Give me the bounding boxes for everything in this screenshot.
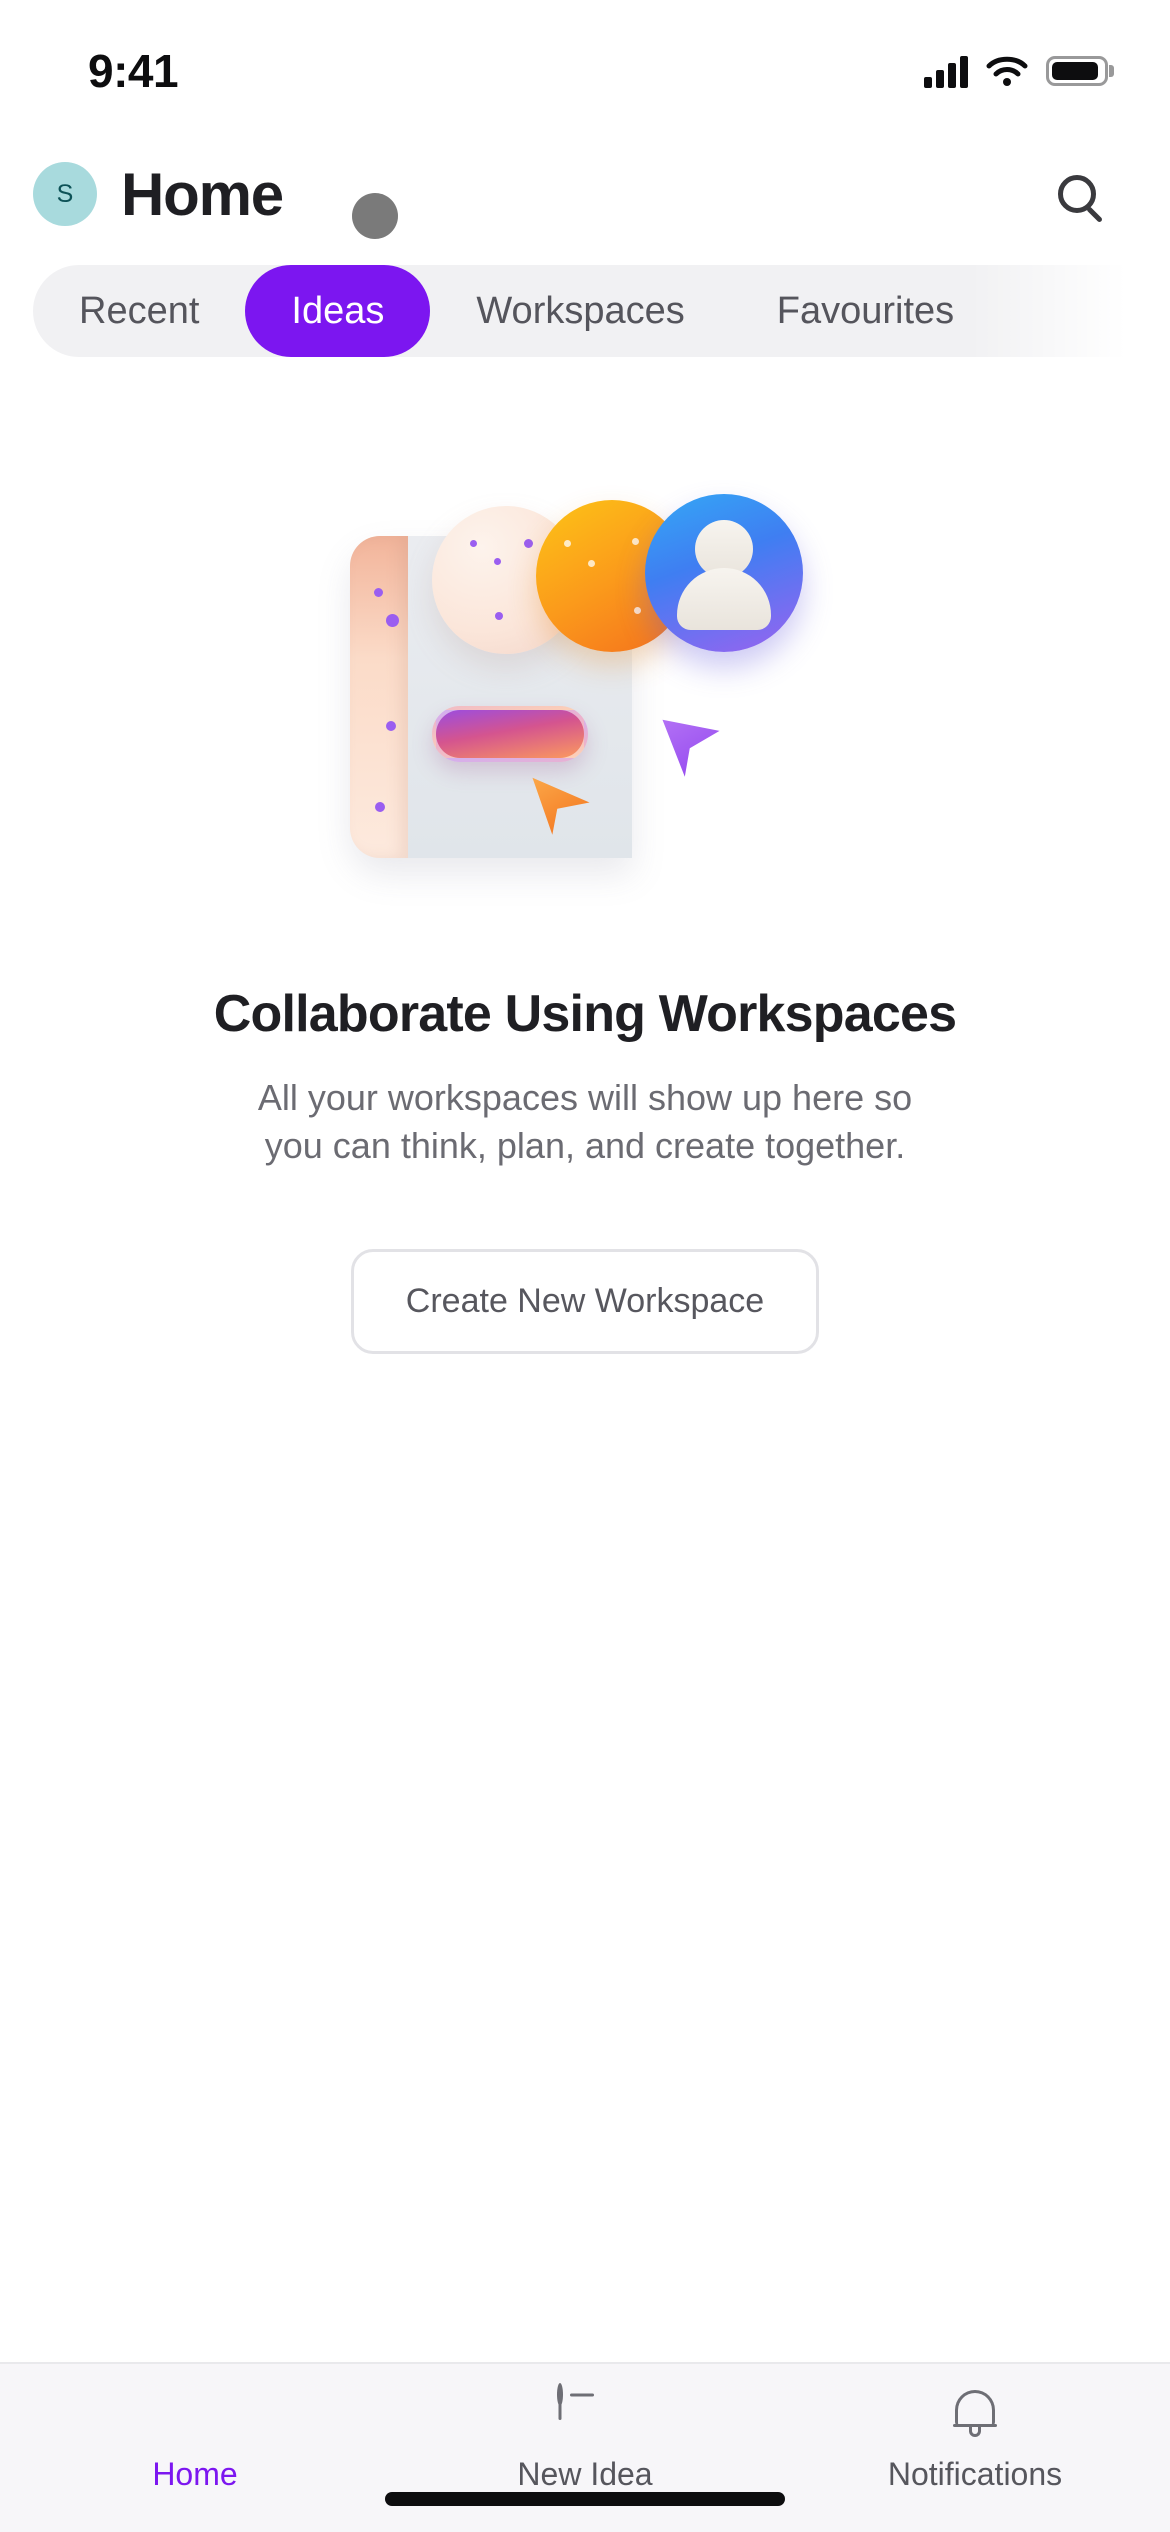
nav-label: Notifications <box>887 2456 1063 2492</box>
status-indicators <box>924 54 1108 88</box>
cellular-signal-icon <box>924 54 968 88</box>
page-title: Home <box>121 160 284 228</box>
wifi-icon <box>986 55 1028 87</box>
avatar[interactable]: S <box>33 162 97 226</box>
status-bar: 9:41 <box>0 0 1170 132</box>
collaborate-workspaces-illustration <box>350 494 820 896</box>
empty-state-description: All your workspaces will show up here so… <box>257 1077 913 1166</box>
tab-track: Recent Ideas Workspaces Favourites <box>33 265 1170 357</box>
tab-label: Ideas <box>291 289 385 332</box>
battery-icon <box>1046 56 1108 86</box>
avatar-initial: S <box>56 179 74 208</box>
search-button[interactable] <box>1046 163 1108 225</box>
tab-ideas[interactable]: Ideas <box>245 265 431 357</box>
bell-icon <box>952 2386 998 2438</box>
home-icon <box>167 2386 223 2438</box>
illustration-pill <box>432 706 588 762</box>
illustration-avatar-person <box>645 494 803 652</box>
illustration-cursor-purple <box>662 719 720 777</box>
app-screen: 9:41 S Home Recent Ideas Workspaces Favo… <box>0 0 1170 2532</box>
app-header: S Home <box>0 132 1170 256</box>
empty-state-title: Collaborate Using Workspaces <box>213 985 957 1043</box>
tab-label: Favourites <box>776 289 955 332</box>
nav-item-notifications[interactable]: Notifications <box>782 2386 1168 2493</box>
status-time: 9:41 <box>88 45 179 97</box>
tab-label: Workspaces <box>476 289 685 332</box>
tab-recent[interactable]: Recent <box>33 265 245 357</box>
nav-item-home[interactable]: Home <box>2 2386 388 2493</box>
bottom-nav: Home New Idea Notifications <box>0 2362 1170 2532</box>
nav-item-new-idea[interactable]: New Idea <box>392 2383 778 2493</box>
home-indicator <box>385 2492 785 2506</box>
nav-label: Home <box>152 2456 238 2492</box>
tab-label: Recent <box>79 289 200 332</box>
nav-label: New Idea <box>517 2456 653 2492</box>
tab-favourites[interactable]: Favourites <box>731 265 1000 357</box>
tab-strip[interactable]: Recent Ideas Workspaces Favourites <box>0 256 1170 366</box>
create-new-workspace-button[interactable]: Create New Workspace <box>350 1249 820 1355</box>
illustration-spine <box>350 536 408 858</box>
tab-workspaces[interactable]: Workspaces <box>430 265 730 357</box>
plus-circle-icon <box>557 2383 613 2438</box>
empty-state: Collaborate Using Workspaces All your wo… <box>0 366 1170 2362</box>
search-icon <box>1058 175 1096 213</box>
